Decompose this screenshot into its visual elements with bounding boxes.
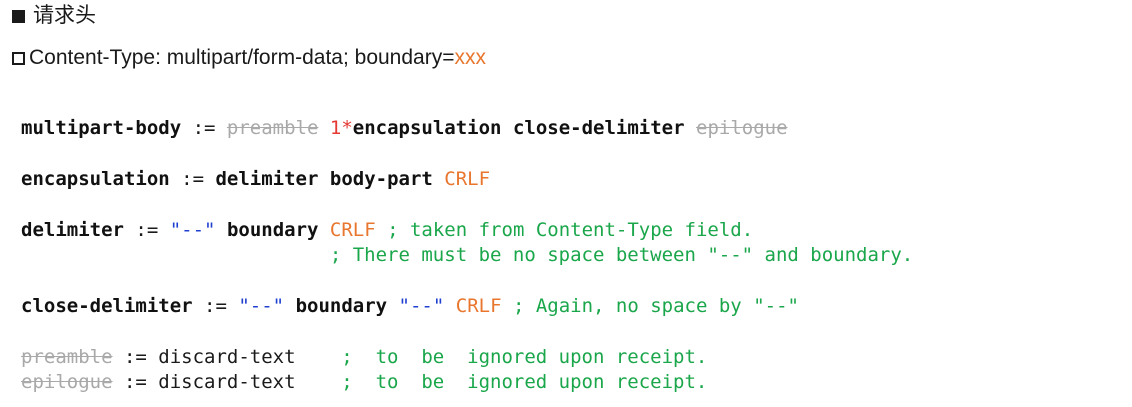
filled-square-bullet-icon	[12, 9, 25, 23]
encapsulation-token: encapsulation	[352, 117, 502, 139]
definition: := discard-text	[112, 346, 330, 368]
comment: ; taken from Content-Type field.	[375, 219, 754, 241]
crlf-token: CRLF	[444, 168, 491, 190]
hollow-square-bullet-icon	[12, 51, 25, 65]
definition: := discard-text	[112, 371, 330, 393]
content-type-line: Content-Type: multipart/form-data; bound…	[10, 45, 486, 71]
comment: ; to be ignored upon receipt.	[329, 371, 708, 393]
comment: ; Again, no space by "--"	[501, 295, 799, 317]
operator: :=	[123, 219, 170, 241]
grammar-line-epilogue: epilogue := discard-text ; to be ignored…	[21, 370, 707, 395]
rule-name: close-delimiter	[21, 295, 193, 317]
grammar-line-delimiter: delimiter := "--" boundary CRLF ; taken …	[21, 218, 753, 243]
body-part-token: body-part	[329, 168, 433, 190]
comment: ; There must be no space between "--" an…	[329, 244, 914, 266]
operator: :=	[192, 295, 239, 317]
content-type-text: Content-Type: multipart/form-data; bound…	[29, 46, 455, 69]
section-title: 请求头	[33, 4, 96, 27]
boundary-value: xxx	[454, 46, 486, 69]
epilogue-token: epilogue	[696, 117, 788, 139]
crlf-token: CRLF	[329, 219, 376, 241]
rule-name: delimiter	[21, 219, 124, 241]
boundary-token: boundary	[226, 219, 319, 241]
delimiter-token: delimiter	[215, 168, 319, 190]
grammar-line-close-delimiter: close-delimiter := "--" boundary "--" CR…	[21, 294, 799, 319]
grammar-line-encapsulation: encapsulation := delimiter body-part CRL…	[21, 167, 490, 192]
rule-name: encapsulation	[21, 168, 170, 190]
rule-name: preamble	[21, 346, 113, 368]
boundary-token: boundary	[295, 295, 388, 317]
rule-name: epilogue	[21, 371, 113, 393]
grammar-line-multipart-body: multipart-body := preamble 1*encapsulati…	[21, 116, 788, 141]
rule-name: multipart-body	[21, 117, 182, 139]
grammar-line-delimiter-continued: ; There must be no space between "--" an…	[21, 243, 913, 268]
dashes-token: "--"	[169, 219, 216, 241]
grammar-line-preamble: preamble := discard-text ; to be ignored…	[21, 345, 707, 370]
crlf-token: CRLF	[455, 295, 502, 317]
preamble-token: preamble	[226, 117, 319, 139]
operator: :=	[181, 117, 227, 139]
operator: :=	[169, 168, 216, 190]
dashes-token: "--"	[238, 295, 285, 317]
repeat-count: 1*	[329, 117, 353, 139]
section-heading: 请求头	[10, 3, 96, 29]
comment: ; to be ignored upon receipt.	[329, 346, 708, 368]
close-delimiter-token: close-delimiter	[512, 117, 685, 139]
dashes-token: "--"	[398, 295, 445, 317]
